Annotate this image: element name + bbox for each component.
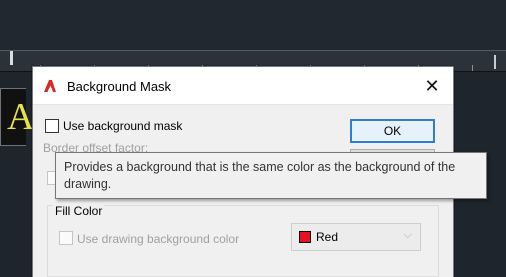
close-button[interactable]: ✕ [411,67,453,105]
ruler-caret [10,51,13,65]
ruler-endcap [494,55,496,69]
use-background-mask-checkbox[interactable] [45,119,59,133]
fill-color-select[interactable]: Red ⌵ [291,223,421,251]
close-icon: ✕ [424,75,440,96]
ok-button-label: OK [383,124,402,138]
chevron-down-icon: ⌵ [403,229,412,241]
fill-color-group-title: Fill Color [53,204,105,218]
fill-color-select-value: Red [316,230,339,244]
dialog-title: Background Mask [67,79,172,94]
autocad-logo-icon [44,80,56,92]
dialog-titlebar[interactable]: Background Mask ✕ [33,67,453,105]
use-drawing-background-color-checkbox[interactable] [59,231,73,245]
use-drawing-background-color-label: Use drawing background color [77,232,240,246]
tooltip: Provides a background that is the same c… [55,152,487,199]
ruler-tick [472,65,473,71]
tooltip-text: Provides a background that is the same c… [64,160,456,191]
canvas-text-glyph: A [7,96,35,138]
ok-button[interactable]: OK [350,119,435,143]
color-swatch [299,231,311,243]
use-background-mask-label: Use background mask [63,119,183,133]
